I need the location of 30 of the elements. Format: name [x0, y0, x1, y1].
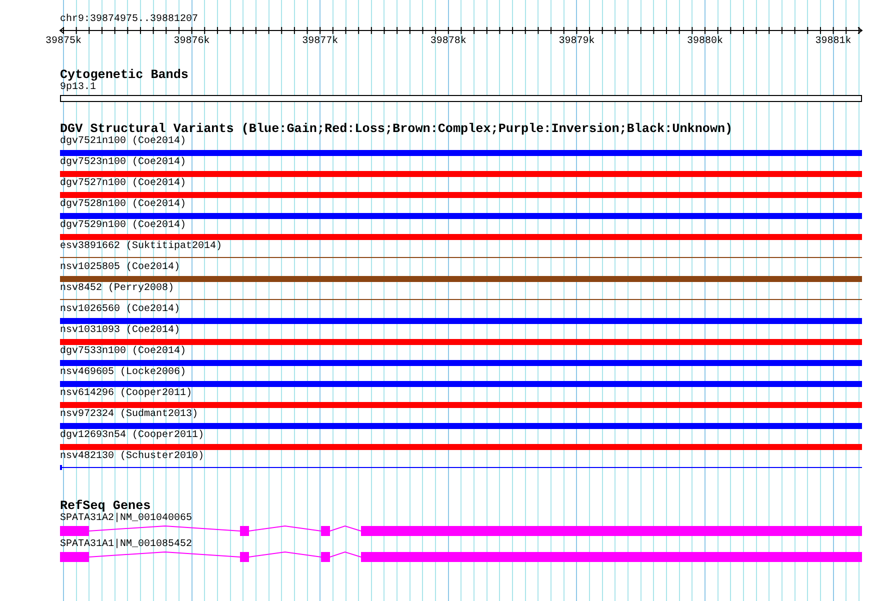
ruler-label: 39878k — [430, 36, 466, 46]
variant-label: nsv1031093 (Coe2014) — [60, 325, 180, 337]
gene-label: SPATA31A2|NM_001040065 — [60, 513, 192, 525]
variant-label: nsv1026560 (Coe2014) — [60, 304, 180, 316]
track-title: RefSeq Genes — [60, 500, 151, 513]
variant-label: nsv614296 (Cooper2011) — [60, 388, 192, 400]
track-title: Cytogenetic Bands — [60, 69, 188, 82]
variant-label: esv3891662 (Suktitipat2014) — [60, 241, 222, 253]
track-title: DGV Structural Variants (Blue:Gain;Red:Loss;Brown:Complex;Purple:Inversion;Black:Unknown) — [60, 123, 733, 136]
variant-label: dgv7529n100 (Coe2014) — [60, 220, 186, 232]
variant-label: nsv469605 (Locke2006) — [60, 367, 186, 379]
variant-label: dgv7523n100 (Coe2014) — [60, 157, 186, 169]
position-label: chr9:39874975..39881207 — [60, 14, 198, 26]
ruler-label: 39880k — [687, 36, 723, 46]
variant-label: dgv7528n100 (Coe2014) — [60, 199, 186, 211]
variant-label: dgv12693n54 (Cooper2011) — [60, 430, 204, 442]
variant-label: dgv7527n100 (Coe2014) — [60, 178, 186, 190]
variant-label: dgv7521n100 (Coe2014) — [60, 136, 186, 148]
ruler-label: 39876k — [174, 36, 210, 46]
variant-label: dgv7533n100 (Coe2014) — [60, 346, 186, 358]
variant-label: nsv972324 (Sudmant2013) — [60, 409, 198, 421]
variant-label: nsv8452 (Perry2008) — [60, 283, 174, 295]
ruler-label: 39875k — [46, 36, 82, 46]
ruler-label: 39881k — [815, 36, 852, 46]
variant-label: nsv1025805 (Coe2014) — [60, 262, 180, 274]
ruler-label: 39879k — [558, 36, 595, 46]
variant-label: nsv482130 (Schuster2010) — [60, 451, 204, 463]
gene-label: SPATA31A1|NM_001085452 — [60, 539, 192, 551]
band-label: 9p13.1 — [60, 82, 96, 94]
ruler-label: 39877k — [302, 36, 338, 46]
